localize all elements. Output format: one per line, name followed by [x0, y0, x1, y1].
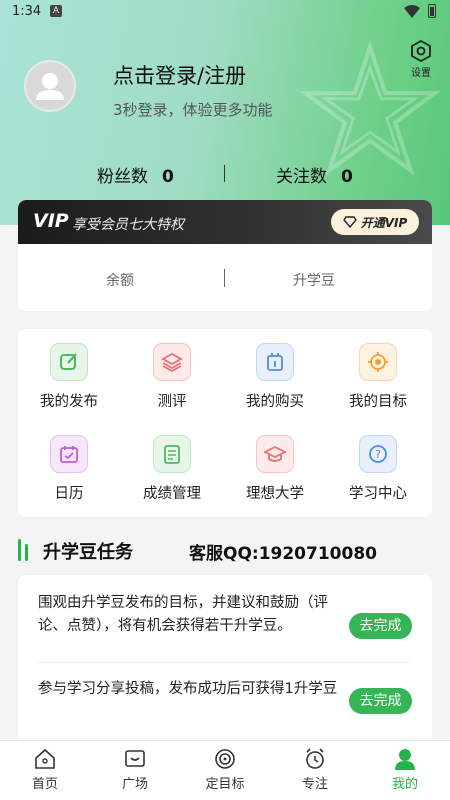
task-list: 围观由升学豆发布的目标，并建议和鼓励（评论、点赞），将有机会获得若干升学豆。 去…: [18, 575, 432, 745]
tab-label: 广场: [121, 777, 148, 792]
vip-logo: VIP: [33, 210, 69, 232]
tab-home[interactable]: 首页: [10, 747, 80, 792]
function-grid: 我的发布 测评 我的购买 我的目标 日历 成绩管理 理想大学 ? 学习中心: [18, 329, 432, 517]
tab-set-goal[interactable]: 定目标: [190, 747, 260, 792]
follow-stat[interactable]: 关注数 0: [276, 162, 353, 187]
status-time: 1:34: [12, 4, 42, 19]
menu-item-goals[interactable]: 我的目标: [328, 343, 428, 411]
login-subtitle: 3秒登录，体验更多功能: [113, 101, 273, 119]
edit-icon: [50, 343, 88, 381]
menu-label: 理想大学: [246, 486, 304, 502]
target-icon: [359, 343, 397, 381]
customer-service-qq: 客服QQ:1920710080: [189, 544, 377, 564]
goal-icon: [215, 749, 235, 769]
avatar[interactable]: [24, 60, 76, 112]
vip-banner[interactable]: VIP 享受会员七大特权 开通VIP: [18, 200, 432, 244]
fans-stat[interactable]: 粉丝数 0: [97, 162, 174, 187]
settings-button[interactable]: 设置: [404, 40, 438, 79]
bottom-tab-bar: 首页 广场 定目标 专注 我的: [0, 740, 450, 800]
login-register-link[interactable]: 点击登录/注册: [113, 60, 246, 90]
svg-text:?: ?: [375, 448, 381, 461]
menu-label: 我的目标: [349, 394, 407, 410]
balance-row: 余额 升学豆: [18, 244, 432, 311]
status-bar: 1:34 A: [0, 0, 450, 24]
tab-label: 我的: [391, 777, 418, 792]
gear-icon: [411, 40, 431, 62]
section-marker: [18, 539, 21, 561]
task-section-header: 升学豆任务 客服QQ:1920710080: [18, 537, 432, 564]
vip-privilege-text: 享受会员七大特权: [72, 217, 184, 233]
help-icon: ?: [359, 435, 397, 473]
task-divider: [38, 662, 412, 663]
task-item-text: 围观由升学豆发布的目标，并建议和鼓励（评论、点赞），将有机会获得若干升学豆。: [38, 595, 328, 634]
wifi-icon: [404, 5, 420, 18]
task-section-title: 升学豆任务: [43, 542, 133, 563]
menu-item-score-management[interactable]: 成绩管理: [122, 435, 222, 503]
menu-item-purchases[interactable]: 我的购买: [225, 343, 325, 411]
tab-label: 定目标: [205, 777, 245, 792]
follow-count: 0: [341, 167, 353, 187]
user-icon: [395, 749, 415, 770]
menu-item-learning-center[interactable]: ? 学习中心: [328, 435, 428, 503]
fans-label: 粉丝数: [97, 167, 148, 187]
menu-item-evaluation[interactable]: 测评: [122, 343, 222, 411]
purchase-icon: [256, 343, 294, 381]
tab-mine[interactable]: 我的: [370, 747, 440, 792]
alarm-icon: [306, 748, 324, 769]
battery-icon: [428, 4, 436, 18]
settings-label: 设置: [411, 68, 431, 79]
vip-card: VIP 享受会员七大特权 开通VIP 余额 升学豆: [18, 200, 432, 311]
follow-label: 关注数: [276, 167, 327, 187]
balance-item[interactable]: 余额: [106, 270, 134, 290]
tab-focus[interactable]: 专注: [280, 747, 350, 792]
menu-item-calendar[interactable]: 日历: [19, 435, 119, 503]
menu-label: 我的发布: [40, 394, 98, 410]
complete-task-button[interactable]: 去完成: [349, 688, 412, 714]
menu-label: 学习中心: [349, 486, 407, 502]
stats-row: 粉丝数 0 关注数 0: [0, 162, 450, 187]
section-marker: [25, 544, 28, 561]
menu-label: 我的购买: [246, 394, 304, 410]
tab-label: 首页: [31, 777, 58, 792]
notification-icon: A: [50, 5, 62, 17]
graduation-icon: [256, 435, 294, 473]
tab-label: 专注: [301, 777, 328, 792]
menu-item-ideal-university[interactable]: 理想大学: [225, 435, 325, 503]
calendar-icon: [50, 435, 88, 473]
menu-label: 成绩管理: [143, 486, 201, 502]
default-avatar-icon: [36, 73, 64, 100]
tab-square[interactable]: 广场: [100, 747, 170, 792]
square-icon: [125, 750, 145, 767]
balance-divider: [224, 269, 225, 287]
home-icon: [35, 748, 55, 769]
complete-task-button[interactable]: 去完成: [349, 613, 412, 639]
task-item-text: 参与学习分享投稿，发布成功后可获得1升学豆: [38, 681, 338, 697]
diamond-icon: [342, 216, 357, 228]
layers-icon: [153, 343, 191, 381]
menu-label: 日历: [54, 486, 84, 502]
menu-label: 测评: [157, 394, 187, 410]
open-vip-button[interactable]: 开通VIP: [331, 209, 419, 235]
menu-item-my-posts[interactable]: 我的发布: [19, 343, 119, 411]
stats-divider: [224, 165, 225, 182]
fans-count: 0: [162, 167, 174, 187]
beans-item[interactable]: 升学豆: [293, 270, 335, 290]
open-vip-label: 开通VIP: [360, 215, 408, 230]
score-icon: [153, 435, 191, 473]
